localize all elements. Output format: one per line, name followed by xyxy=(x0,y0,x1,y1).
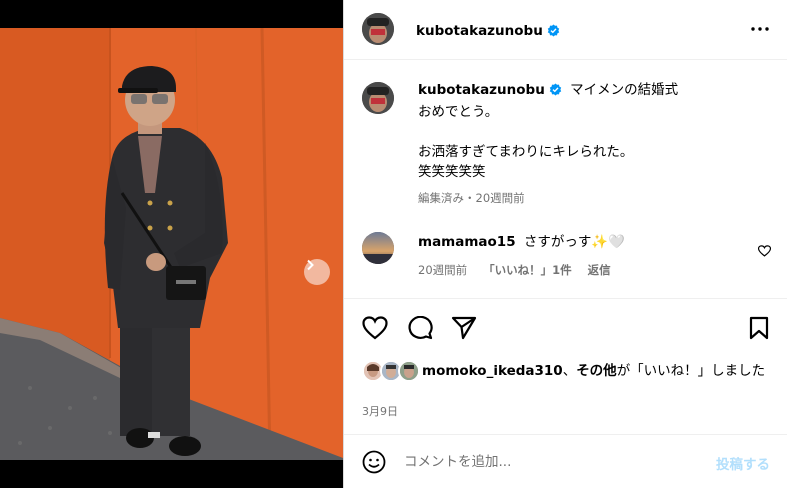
caption-meta: 編集済み・20週間前 xyxy=(418,191,525,205)
paper-plane-icon xyxy=(451,316,477,340)
comment-meta: 20週間前 「いいね！」1件 返信 xyxy=(418,262,611,278)
chevron-right-icon xyxy=(307,259,314,271)
post-media xyxy=(0,0,343,488)
comment-input[interactable] xyxy=(404,450,704,474)
avatar-image xyxy=(362,232,394,264)
likes-others-link[interactable]: その他 xyxy=(576,363,617,379)
comment-likes[interactable]: 「いいね！」1件 xyxy=(483,262,572,278)
caption-text: kubotakazunobu マイメンの結婚式 おめでとう。 お洒落すぎてまわり… xyxy=(418,80,768,208)
author-avatar[interactable] xyxy=(362,13,394,45)
comment-bubble-icon xyxy=(408,315,433,340)
save-button[interactable] xyxy=(748,316,770,344)
comment-body: さすがっす✨🤍 xyxy=(523,234,626,250)
header-username-row: kubotakazunobu xyxy=(416,20,560,41)
post-header: kubotakazunobu xyxy=(344,0,787,60)
more-horizontal-icon xyxy=(751,27,769,31)
bookmark-icon xyxy=(749,316,769,340)
commenter-username[interactable]: mamamao15 xyxy=(418,234,516,250)
likes-separator: 、 xyxy=(562,363,577,379)
comment-time: 20週間前 xyxy=(418,263,468,277)
next-slide-button[interactable] xyxy=(304,259,330,285)
emoji-button[interactable] xyxy=(362,450,386,478)
post-photo[interactable] xyxy=(0,28,343,460)
post-comment-button[interactable]: 投稿する xyxy=(716,453,770,473)
avatar-image xyxy=(362,13,394,45)
caption-body: おめでとう。 お洒落すぎてまわりにキレられた。 笑笑笑笑笑 xyxy=(418,104,634,180)
comment-text: mamamao15 さすがっす✨🤍 xyxy=(418,232,738,252)
comment-like-button[interactable] xyxy=(757,242,772,261)
like-button[interactable] xyxy=(362,316,388,344)
reply-button[interactable]: 返信 xyxy=(588,262,611,278)
liker-avatar xyxy=(398,360,420,382)
add-comment-bar: 投稿する xyxy=(344,434,787,488)
likes-suffix: が「いいね！」しました xyxy=(616,363,766,379)
comment-button[interactable] xyxy=(407,315,433,344)
heart-outline-icon xyxy=(757,245,772,257)
more-options-button[interactable] xyxy=(748,20,772,38)
verified-badge-icon xyxy=(549,82,562,102)
liker-username[interactable]: momoko_ikeda310 xyxy=(422,363,563,379)
verified-badge-icon xyxy=(547,22,560,41)
caption-username[interactable]: kubotakazunobu xyxy=(418,82,545,98)
share-button[interactable] xyxy=(451,316,477,344)
photo-illustration xyxy=(0,28,343,460)
heart-outline-icon xyxy=(362,316,388,340)
likes-text: momoko_ikeda310、その他が「いいね！」しました xyxy=(422,361,782,381)
caption-first-line: マイメンの結婚式 xyxy=(570,82,679,98)
smiley-icon xyxy=(362,450,386,474)
section-divider xyxy=(344,298,787,299)
post-details-panel: kubotakazunobu kubotakazunobu マイメンの結婚式 お… xyxy=(343,0,787,488)
caption-author-avatar[interactable] xyxy=(362,82,394,114)
post-date[interactable]: 3月9日 xyxy=(362,403,398,419)
post-action-bar xyxy=(344,315,787,344)
avatar-image xyxy=(362,82,394,114)
author-username[interactable]: kubotakazunobu xyxy=(416,23,543,39)
commenter-avatar[interactable] xyxy=(362,232,394,264)
liker-avatars xyxy=(362,360,422,382)
